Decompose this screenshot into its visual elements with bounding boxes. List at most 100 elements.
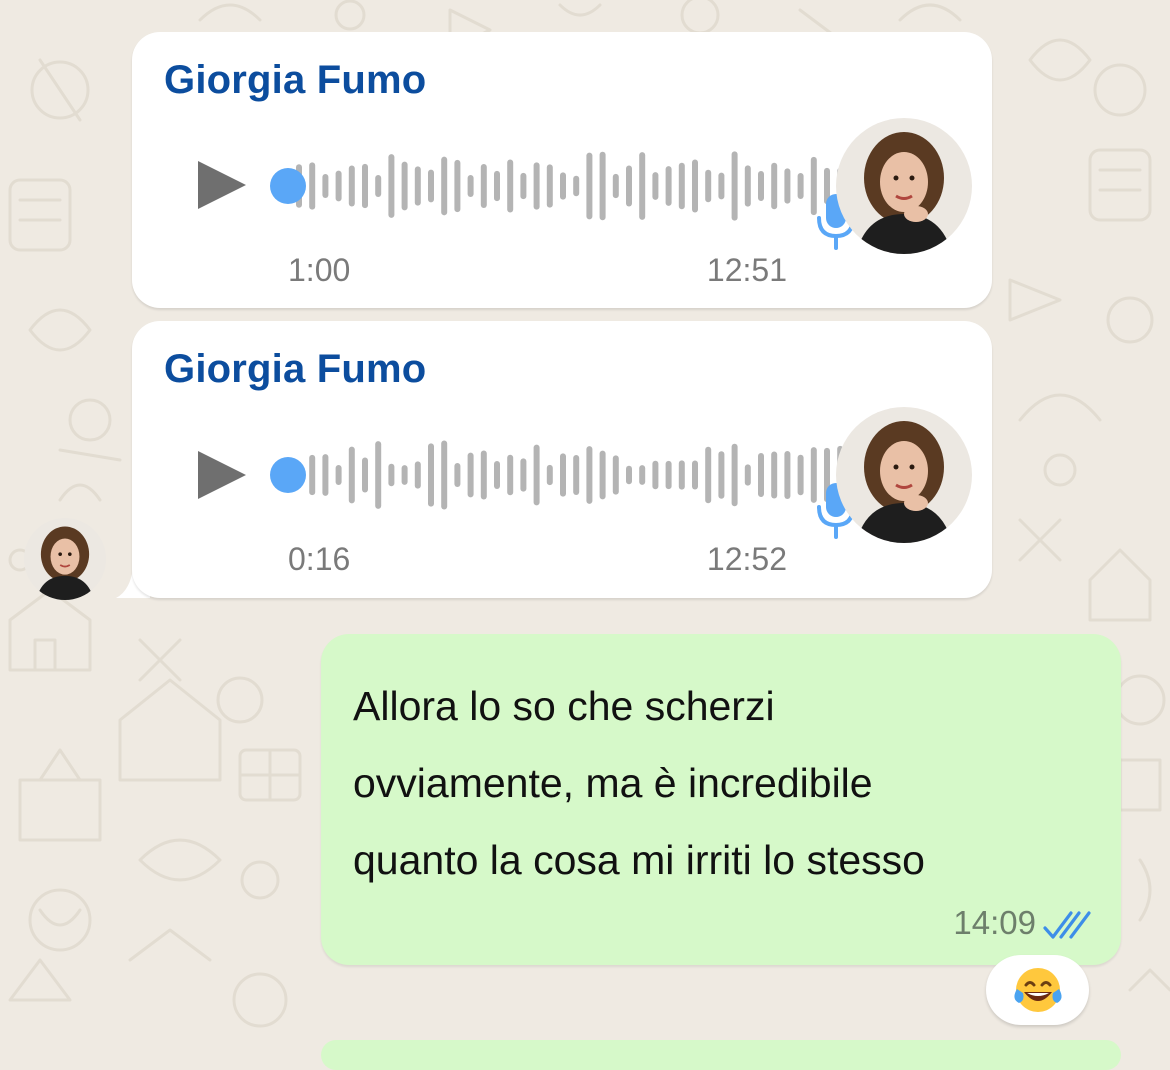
waveform-bar bbox=[758, 170, 764, 202]
waveform-bar bbox=[612, 455, 619, 495]
waveform-bar bbox=[692, 460, 698, 490]
waveform-bar bbox=[784, 168, 791, 204]
waveform-bar bbox=[428, 169, 434, 203]
waveform-bar bbox=[322, 454, 329, 496]
waveform-bar bbox=[335, 464, 342, 486]
voice-duration: 1:00 bbox=[288, 252, 351, 288]
waveform-bar bbox=[375, 174, 382, 198]
waveform-bar bbox=[586, 446, 593, 504]
voice-duration: 0:16 bbox=[288, 541, 351, 577]
waveform-bar bbox=[665, 166, 672, 206]
play-icon[interactable] bbox=[194, 157, 250, 213]
playback-scrubber[interactable] bbox=[270, 457, 306, 493]
waveform-bar bbox=[744, 165, 751, 207]
waveform-bar bbox=[678, 162, 685, 210]
waveform-bar bbox=[520, 458, 527, 492]
waveform-bar bbox=[573, 454, 580, 496]
waveform-bar bbox=[428, 443, 434, 507]
outgoing-message-bubble[interactable] bbox=[321, 1040, 1121, 1070]
waveform-bar bbox=[309, 162, 316, 210]
message-text: Allora lo so che scherzi ovviamente, ma … bbox=[353, 668, 1083, 899]
waveform-bar bbox=[599, 450, 606, 500]
voice-message-bubble: Giorgia Fumo 0:16 12:52 bbox=[132, 321, 992, 598]
waveform-bar bbox=[705, 169, 712, 203]
waveform-bar bbox=[494, 170, 500, 202]
waveform-bar bbox=[560, 172, 566, 200]
waveform-bar bbox=[771, 162, 778, 210]
waveform-bar bbox=[507, 454, 514, 496]
message-line: ovviamente, ma è incredibile bbox=[353, 760, 873, 806]
waveform-bar bbox=[744, 464, 751, 486]
reaction-badge[interactable] bbox=[986, 955, 1089, 1025]
waveform-bar bbox=[718, 172, 725, 200]
waveform-bar bbox=[414, 461, 421, 489]
message-timestamp: 14:09 bbox=[953, 904, 1036, 941]
double-check-icon bbox=[1043, 911, 1091, 939]
waveform-bar bbox=[731, 151, 738, 221]
waveform-bar bbox=[441, 156, 448, 216]
waveform-bar bbox=[533, 444, 540, 506]
waveform-bar bbox=[335, 170, 342, 202]
waveform-bar bbox=[639, 465, 646, 485]
waveform-bar bbox=[309, 454, 316, 496]
playback-scrubber[interactable] bbox=[270, 168, 306, 204]
waveform-bar bbox=[639, 152, 646, 220]
sender-name[interactable]: Giorgia Fumo bbox=[164, 58, 426, 103]
message-timestamp: 12:52 bbox=[706, 541, 787, 577]
waveform-bar bbox=[520, 172, 527, 200]
avatar-portrait bbox=[856, 421, 952, 543]
avatar-portrait bbox=[36, 526, 94, 600]
tears-of-joy-emoji-icon bbox=[1013, 968, 1062, 1012]
waveform-bar bbox=[586, 152, 593, 220]
waveform-bar bbox=[467, 452, 474, 498]
waveform-bar bbox=[546, 464, 553, 486]
waveform-bar bbox=[612, 173, 619, 199]
play-icon[interactable] bbox=[194, 447, 250, 503]
waveform-bar bbox=[573, 175, 580, 197]
waveform-bar bbox=[665, 460, 672, 490]
avatar[interactable] bbox=[836, 407, 972, 543]
waveform-bar bbox=[771, 451, 778, 499]
avatar[interactable] bbox=[836, 118, 972, 254]
waveform-bar bbox=[678, 460, 685, 490]
waveform-bar bbox=[652, 460, 659, 490]
waveform-bar bbox=[731, 443, 738, 507]
sender-avatar[interactable] bbox=[24, 518, 106, 600]
voice-message-bubble: Giorgia Fumo 1:00 12:51 bbox=[132, 32, 992, 308]
message-line: Allora lo so che scherzi bbox=[353, 683, 775, 729]
waveform-bar bbox=[467, 175, 474, 197]
waveform-bar bbox=[362, 457, 368, 493]
waveform-bar bbox=[599, 151, 606, 221]
waveform-bar bbox=[480, 450, 487, 500]
waveform-bar bbox=[388, 154, 395, 218]
waveform-bar bbox=[718, 451, 725, 499]
waveform-bar bbox=[348, 165, 355, 207]
waveform-bar bbox=[533, 162, 540, 210]
waveform-bar bbox=[652, 172, 659, 200]
avatar-portrait bbox=[856, 132, 952, 254]
waveform-bar bbox=[322, 173, 329, 199]
waveform-bar bbox=[348, 446, 355, 504]
waveform-bar bbox=[480, 164, 487, 208]
waveform-bar bbox=[401, 161, 408, 211]
waveform-bar bbox=[758, 452, 764, 498]
waveform-bar bbox=[784, 451, 791, 499]
message-timestamp: 12:51 bbox=[706, 252, 787, 288]
waveform-bar bbox=[797, 173, 804, 199]
waveform-bar bbox=[507, 159, 514, 213]
waveform-bar bbox=[797, 454, 804, 496]
waveform-bar bbox=[626, 465, 632, 485]
outgoing-message-bubble[interactable]: Allora lo so che scherzi ovviamente, ma … bbox=[321, 634, 1121, 965]
sender-name[interactable]: Giorgia Fumo bbox=[164, 347, 426, 392]
waveform-bar bbox=[375, 441, 382, 509]
waveform-bar bbox=[494, 460, 500, 490]
waveform-bar bbox=[692, 159, 698, 213]
message-line: quanto la cosa mi irriti lo stesso bbox=[353, 837, 925, 883]
waveform-bar bbox=[560, 453, 566, 497]
waveform-bar bbox=[705, 446, 712, 504]
waveform-bar bbox=[454, 159, 461, 213]
waveform-bar bbox=[626, 165, 632, 207]
waveform-bar bbox=[388, 463, 395, 487]
waveform-bar bbox=[546, 164, 553, 208]
waveform-bar bbox=[454, 462, 461, 488]
